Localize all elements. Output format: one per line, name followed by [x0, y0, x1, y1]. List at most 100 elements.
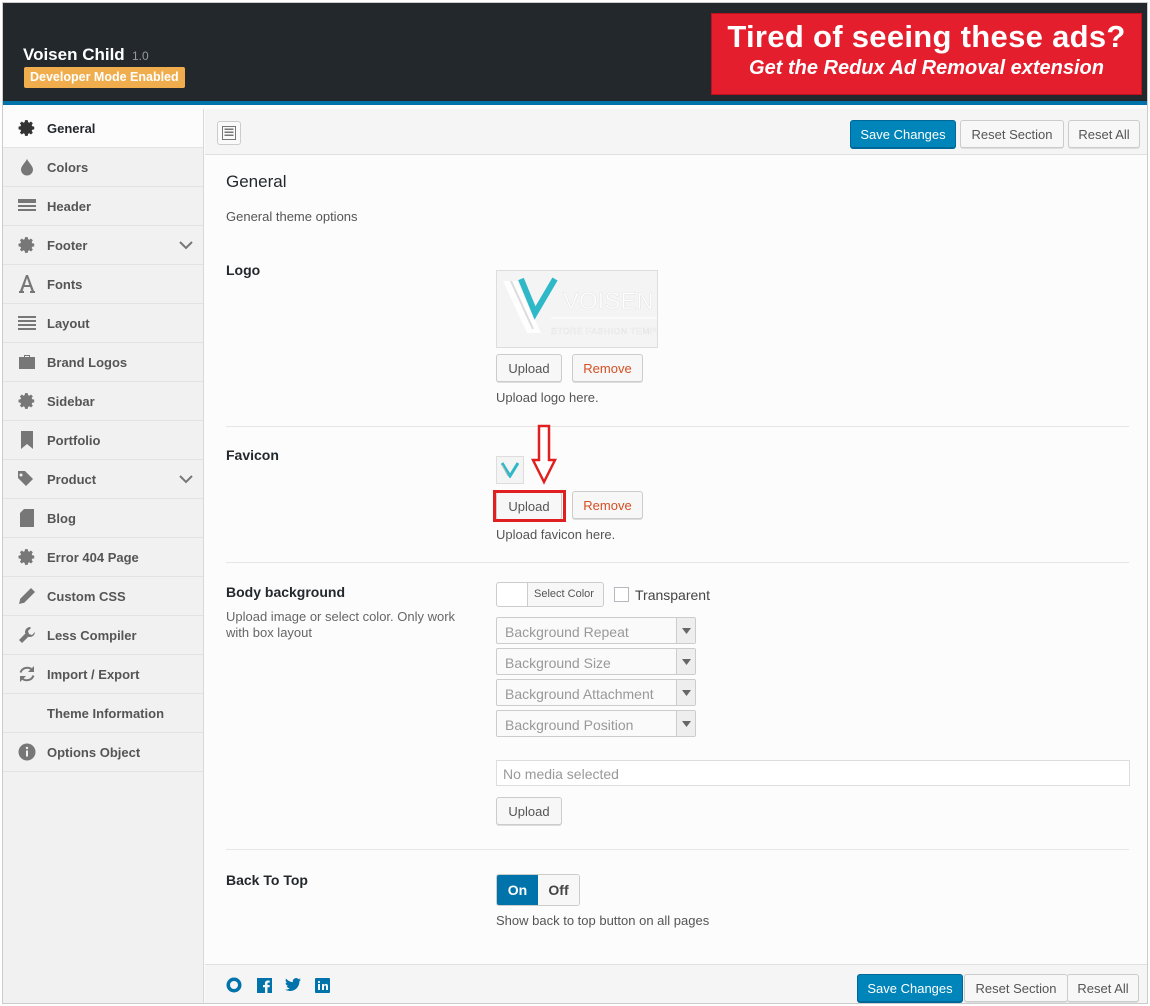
background-media-input[interactable]: No media selected [496, 760, 1130, 786]
favicon-label: Favicon [226, 447, 279, 463]
select-color-label: Select Color [534, 588, 594, 600]
sidebar-item-custom-css[interactable]: Custom CSS [3, 577, 203, 616]
gear-icon [17, 118, 37, 138]
sidebar-item-label: Options Object [47, 744, 141, 760]
select-placeholder: Background Size [505, 655, 611, 671]
sidebar-item-brand-logos[interactable]: Brand Logos [3, 343, 203, 382]
reset-section-button[interactable]: Reset Section [960, 120, 1064, 148]
favicon-upload-button[interactable]: Upload [496, 492, 562, 520]
switch-on-button[interactable]: On [497, 875, 538, 905]
save-changes-button[interactable]: Save Changes [857, 974, 963, 1002]
header-icon [17, 196, 37, 216]
sidebar-item-footer[interactable]: Footer [3, 226, 203, 265]
body-background-subtext: Upload image or select color. Only work … [226, 609, 456, 640]
sidebar-item-fonts[interactable]: Fonts [3, 265, 203, 304]
sidebar-item-label: Less Compiler [47, 627, 137, 643]
reset-all-button[interactable]: Reset All [1067, 974, 1139, 1002]
expand-options-button[interactable] [217, 121, 241, 145]
sidebar-item-theme-information[interactable]: Theme Information [3, 694, 203, 733]
blank-icon [17, 703, 37, 723]
top-toolbar: Save Changes Reset Section Reset All [205, 109, 1147, 155]
reset-section-button[interactable]: Reset Section [964, 974, 1068, 1002]
background-size-select[interactable]: Background Size [496, 648, 696, 675]
section-title: General [226, 172, 287, 191]
row-divider [226, 562, 1129, 563]
select-placeholder: Background Position [505, 717, 634, 733]
back-to-top-switch[interactable]: On Off [496, 874, 580, 906]
background-position-select[interactable]: Background Position [496, 710, 696, 737]
sidebar-item-label: Custom CSS [47, 588, 126, 604]
gear-icon [17, 391, 37, 411]
select-color-button[interactable]: Select Color [496, 582, 604, 607]
gear-icon [17, 547, 37, 567]
droplet-icon [17, 157, 37, 177]
background-attachment-select[interactable]: Background Attachment [496, 679, 696, 706]
logo-upload-button[interactable]: Upload [496, 354, 562, 382]
sidebar-item-label: Portfolio [47, 432, 101, 448]
annotation-arrow-icon [531, 424, 557, 485]
sidebar-item-options-object[interactable]: Options Object [3, 733, 203, 772]
sidebar-item-label: Import / Export [47, 666, 140, 682]
twitter-icon[interactable] [285, 977, 301, 993]
wrench-icon [17, 625, 37, 645]
background-upload-button[interactable]: Upload [496, 797, 562, 825]
sidebar-item-portfolio[interactable]: Portfolio [3, 421, 203, 460]
chevron-down-icon[interactable] [179, 238, 193, 253]
github-icon[interactable] [226, 977, 242, 993]
sidebar-item-label: Error 404 Page [47, 549, 139, 565]
sidebar-item-less-compiler[interactable]: Less Compiler [3, 616, 203, 655]
chevron-down-icon[interactable] [179, 472, 193, 487]
select-placeholder: Background Attachment [505, 686, 654, 702]
sidebar-item-layout[interactable]: Layout [3, 304, 203, 343]
sidebar-item-error-404[interactable]: Error 404 Page [3, 538, 203, 577]
ad-headline: Tired of seeing these ads? [727, 19, 1126, 54]
favicon-help-text: Upload favicon here. [496, 527, 616, 542]
sidebar-item-general[interactable]: General [3, 109, 203, 148]
logo-help-text: Upload logo here. [496, 390, 599, 405]
gear-icon [17, 235, 37, 255]
switch-off-button[interactable]: Off [538, 875, 579, 905]
logo-label: Logo [226, 262, 261, 278]
bottom-toolbar: Save Changes Reset Section Reset All [205, 964, 1147, 1003]
back-to-top-help-text: Show back to top button on all pages [496, 913, 710, 928]
sidebar-item-product[interactable]: Product [3, 460, 203, 499]
logo-remove-button[interactable]: Remove [572, 354, 643, 382]
voisen-logo-image: VOISEN STORE FASHION TEMPLA [503, 277, 657, 336]
sidebar-item-label: Blog [47, 510, 76, 526]
row-divider [226, 849, 1129, 850]
linkedin-icon[interactable] [314, 977, 330, 993]
caret-down-icon [676, 711, 695, 736]
sidebar-item-header[interactable]: Header [3, 187, 203, 226]
sidebar-item-colors[interactable]: Colors [3, 148, 203, 187]
favicon-remove-button[interactable]: Remove [572, 491, 643, 519]
transparent-label: Transparent [635, 587, 710, 603]
options-content: General General theme options Logo VOISE… [205, 156, 1147, 964]
sidebar-item-import-export[interactable]: Import / Export [3, 655, 203, 694]
background-repeat-select[interactable]: Background Repeat [496, 617, 696, 644]
list-icon [17, 313, 37, 333]
ad-banner[interactable]: Tired of seeing these ads? Get the Redux… [711, 13, 1142, 95]
sidebar-item-label: General [47, 120, 96, 136]
color-swatch [497, 583, 528, 606]
sidebar-item-label: Fonts [47, 276, 83, 292]
save-changes-button[interactable]: Save Changes [850, 120, 956, 148]
sidebar-item-sidebar[interactable]: Sidebar [3, 382, 203, 421]
reset-all-button[interactable]: Reset All [1068, 120, 1140, 148]
app-title: Voisen Child [23, 45, 125, 64]
back-to-top-label: Back To Top [226, 872, 308, 888]
refresh-icon [17, 664, 37, 684]
transparent-checkbox[interactable] [614, 587, 629, 602]
version-label: 1.0 [132, 49, 149, 63]
pencil-icon [17, 586, 37, 606]
developer-mode-badge: Developer Mode Enabled [24, 67, 185, 88]
document-icon [17, 508, 37, 528]
tags-icon [17, 469, 37, 489]
sidebar-item-blog[interactable]: Blog [3, 499, 203, 538]
caret-down-icon [676, 680, 695, 705]
ad-subline: Get the Redux Ad Removal extension [749, 57, 1104, 79]
logo-preview: VOISEN STORE FASHION TEMPLA [496, 270, 658, 348]
logo-brand-text: VOISEN [563, 288, 654, 315]
facebook-icon[interactable] [256, 977, 272, 993]
briefcase-icon [17, 352, 37, 372]
redux-options-panel: Voisen Child 1.0 Developer Mode Enabled … [2, 2, 1148, 1004]
